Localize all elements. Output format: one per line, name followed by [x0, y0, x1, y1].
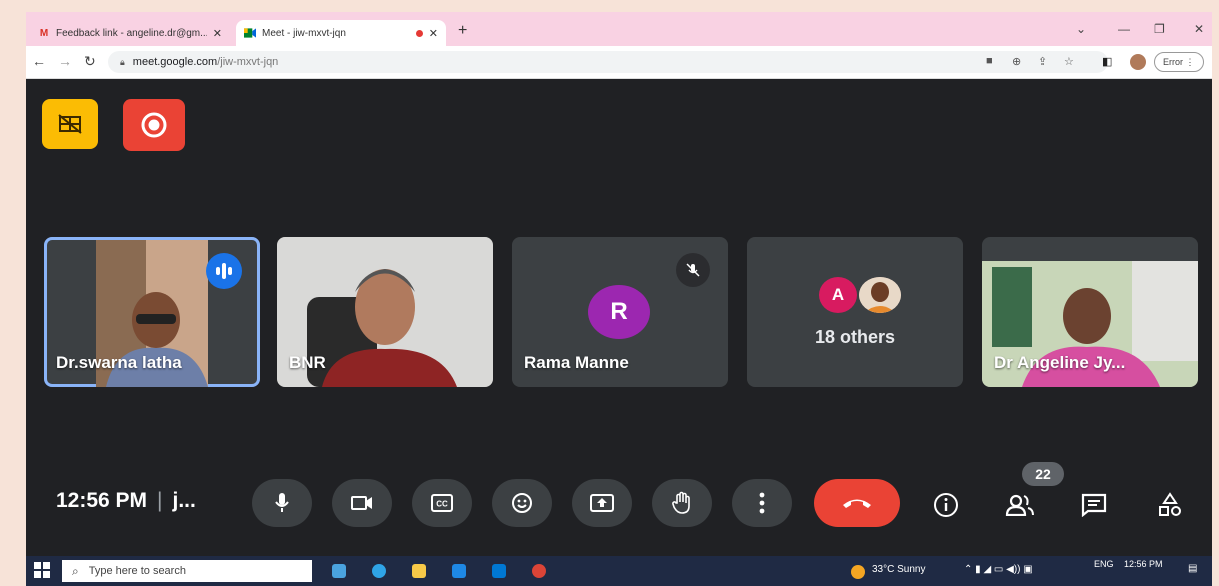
minimize-icon[interactable]: —: [1118, 22, 1130, 36]
svg-text:CC: CC: [436, 500, 448, 509]
meeting-code: j...: [172, 489, 196, 512]
file-explorer-icon[interactable]: [412, 564, 426, 578]
lock-icon: 🔒︎: [120, 56, 125, 67]
error-label: Error: [1163, 57, 1183, 67]
mic-icon: [275, 493, 289, 512]
task-view-icon[interactable]: [332, 564, 346, 578]
hang-up-icon: [843, 499, 871, 508]
shapes-icon: [1159, 492, 1181, 516]
url-field[interactable]: 🔒︎ meet.google.com /jiw-mxvt-jqn: [108, 51, 1108, 73]
closed-captions-icon: CC: [431, 494, 453, 512]
more-vert-icon: [759, 492, 765, 514]
notification-icon[interactable]: ▤: [1188, 563, 1197, 574]
weather-text: 33°C Sunny: [872, 564, 926, 575]
participant-avatar: A: [819, 277, 857, 313]
video-camera-icon: [351, 496, 372, 510]
meet-icon: [244, 28, 256, 38]
windows-start-icon[interactable]: [34, 562, 50, 578]
chat-button[interactable]: [1076, 487, 1112, 523]
chrome-icon[interactable]: [532, 564, 546, 578]
recording-button[interactable]: [123, 99, 185, 151]
meeting-details: 12:56 PM | j...: [56, 489, 196, 513]
browser-tab-strip: M Feedback link - angeline.dr@gm... ✕ Me…: [26, 12, 1212, 46]
share-icon[interactable]: ⇪: [1038, 55, 1047, 68]
taskbar-search-placeholder: Type here to search: [88, 565, 186, 577]
system-tray-icons[interactable]: ⌃ ▮ ◢ ▭ ◀)) ▣: [964, 564, 1033, 575]
hand-icon: [672, 491, 690, 514]
participant-tile[interactable]: Dr.swarna latha: [44, 237, 260, 387]
chat-icon: [1081, 493, 1107, 517]
mic-off-icon: [676, 253, 710, 287]
no-video-grid-icon: [58, 114, 82, 134]
participant-avatar-photo: [859, 277, 901, 313]
speaking-indicator-icon: [206, 253, 242, 289]
mail-icon[interactable]: [492, 564, 506, 578]
captions-button[interactable]: CC: [412, 479, 472, 527]
participant-count-badge: 22: [1022, 462, 1064, 486]
url-host: meet.google.com: [132, 56, 218, 68]
os-taskbar: ⌕ Type here to search 33°C Sunny ⌃ ▮ ◢ ▭…: [26, 556, 1212, 586]
meeting-info-button[interactable]: [928, 487, 964, 523]
tab-meet[interactable]: Meet - jiw-mxvt-jqn ✕: [236, 20, 446, 46]
taskbar-search-input[interactable]: ⌕ Type here to search: [62, 560, 312, 582]
tab-feedback[interactable]: M Feedback link - angeline.dr@gm... ✕: [30, 20, 230, 46]
record-icon: [141, 112, 167, 138]
restore-icon[interactable]: ❐: [1154, 22, 1165, 36]
present-button[interactable]: [572, 479, 632, 527]
present-screen-icon: [590, 494, 614, 512]
meeting-time: 12:56 PM: [56, 489, 148, 512]
edge-icon[interactable]: [372, 564, 386, 578]
participant-tile[interactable]: BNR: [277, 237, 493, 387]
close-icon[interactable]: ✕: [429, 27, 438, 40]
people-button[interactable]: [1002, 487, 1038, 523]
new-tab-button[interactable]: +: [458, 22, 467, 40]
info-icon: [934, 493, 958, 517]
search-icon: ⌕: [72, 563, 79, 578]
emoji-icon: [512, 493, 532, 513]
camera-button[interactable]: [332, 479, 392, 527]
more-options-button[interactable]: [732, 479, 792, 527]
participant-name: Dr.swarna latha: [56, 353, 182, 372]
address-bar: ← → ↻ 🔒︎ meet.google.com /jiw-mxvt-jqn ■…: [26, 46, 1212, 79]
zoom-icon[interactable]: ⊕: [1012, 55, 1021, 68]
profile-avatar[interactable]: [1130, 54, 1146, 70]
forward-icon[interactable]: →: [58, 53, 72, 69]
url-path: /jiw-mxvt-jqn: [217, 56, 279, 68]
window-close-icon[interactable]: ✕: [1194, 22, 1204, 36]
language-indicator[interactable]: ENG: [1094, 559, 1114, 569]
recording-dot-icon: [415, 29, 423, 37]
camera-icon[interactable]: ■: [986, 55, 993, 67]
tab-title: Meet - jiw-mxvt-jqn: [262, 27, 346, 39]
participant-tile[interactable]: R Rama Manne: [512, 237, 728, 387]
tab-title: Feedback link - angeline.dr@gm...: [56, 27, 207, 39]
bookmark-star-icon[interactable]: ☆: [1064, 55, 1074, 68]
back-icon[interactable]: ←: [32, 53, 46, 69]
reload-icon[interactable]: ↻: [84, 53, 96, 70]
weather-sun-icon: [851, 565, 865, 579]
participant-avatar: R: [588, 285, 650, 339]
participant-name: Rama Manne: [524, 353, 629, 372]
mic-button[interactable]: [252, 479, 312, 527]
store-icon[interactable]: [452, 564, 466, 578]
participant-tile[interactable]: Dr Angeline Jy...: [982, 237, 1198, 387]
tab-search-icon[interactable]: ⌄: [1076, 22, 1086, 36]
gmail-icon: M: [39, 27, 49, 39]
layout-button[interactable]: [42, 99, 98, 149]
sidepanel-icon[interactable]: ◧: [1102, 55, 1112, 68]
end-call-button[interactable]: [814, 479, 900, 527]
error-button[interactable]: Error ⋮: [1154, 52, 1204, 72]
others-count: 18 others: [814, 327, 896, 347]
participant-name: Dr Angeline Jy...: [994, 353, 1126, 372]
separator: |: [157, 489, 163, 512]
raise-hand-button[interactable]: [652, 479, 712, 527]
taskbar-clock[interactable]: 12:56 PM: [1124, 559, 1163, 569]
people-icon: [1005, 494, 1034, 516]
reactions-button[interactable]: [492, 479, 552, 527]
close-icon[interactable]: ✕: [213, 27, 222, 40]
screen-frame: M Feedback link - angeline.dr@gm... ✕ Me…: [26, 12, 1212, 586]
activities-button[interactable]: [1152, 487, 1188, 523]
participant-name: BNR: [289, 353, 326, 372]
others-tile[interactable]: A 18 others: [747, 237, 963, 387]
